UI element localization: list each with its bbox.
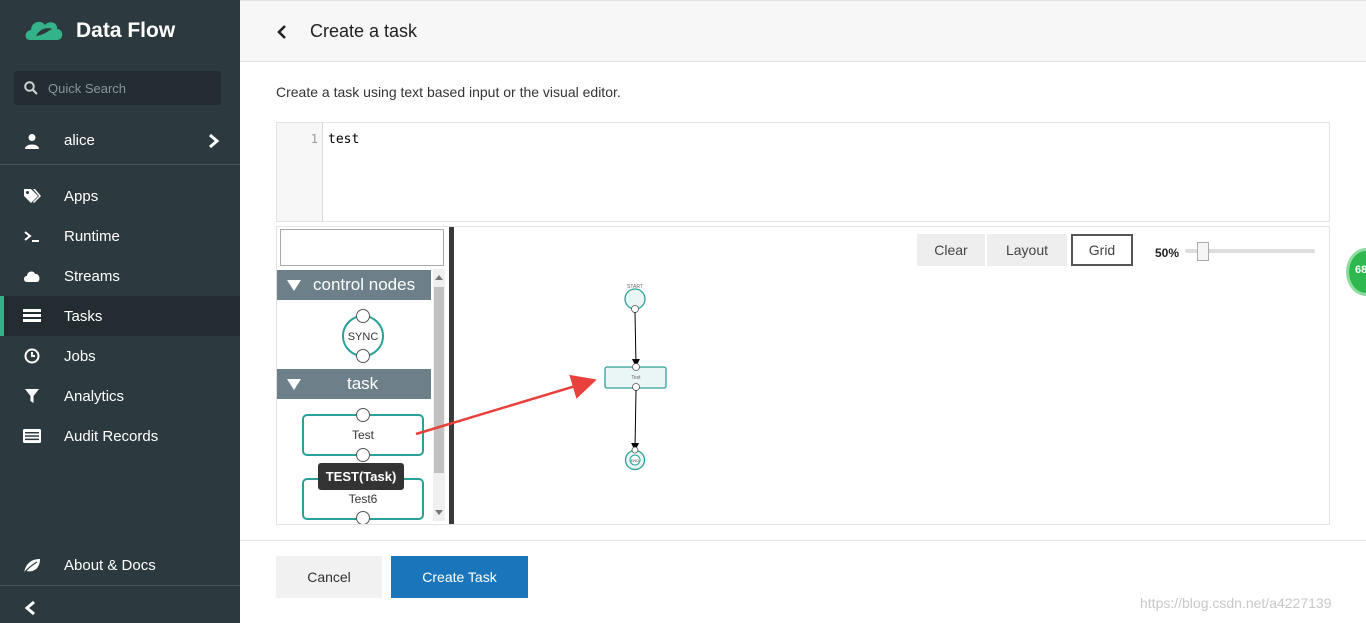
watermark: https://blog.csdn.net/a4227139 (1140, 595, 1332, 611)
drag-annotation-arrow (415, 374, 597, 436)
nav-item-runtime[interactable]: Runtime (0, 216, 240, 256)
user-name: alice (64, 132, 95, 149)
nav-label: Runtime (64, 227, 120, 245)
line-gutter: 1 (277, 123, 323, 221)
user-menu[interactable]: alice (0, 117, 240, 165)
back-chevron-icon[interactable] (276, 23, 288, 41)
nav-label: Jobs (64, 347, 96, 365)
collapse-sidebar-chevron-left-icon[interactable] (24, 600, 38, 616)
cancel-button[interactable]: Cancel (276, 556, 382, 598)
list-icon (22, 426, 42, 446)
page-description: Create a task using text based input or … (276, 84, 621, 100)
graph-link-task-to-end[interactable] (631, 389, 640, 451)
chevron-right-icon[interactable] (208, 133, 220, 149)
brand-name: Data Flow (76, 19, 176, 42)
graph-task-node-test[interactable]: Test (604, 363, 667, 391)
nav-label: Tasks (64, 307, 103, 325)
task-graph-canvas[interactable]: START Test END (277, 227, 1329, 524)
footer-divider (240, 540, 1366, 541)
dsl-code-text: test (328, 132, 360, 147)
palette-tooltip: TEST(Task) (318, 463, 404, 490)
quick-search-input[interactable]: Quick Search (14, 71, 221, 105)
dsl-text-editor[interactable]: 1 test (276, 122, 1330, 222)
graph-end-node[interactable]: END (624, 446, 646, 471)
search-icon (24, 81, 38, 95)
nav-label: Apps (64, 187, 99, 205)
floating-badge[interactable]: 68 (1346, 248, 1366, 296)
terminal-icon (22, 226, 42, 246)
leaf-icon (22, 556, 42, 576)
create-task-button[interactable]: Create Task (391, 556, 528, 598)
visual-editor: control nodes task SYNC Test Test6 Clear… (276, 226, 1330, 525)
tags-icon (22, 186, 42, 206)
nav-item-audit-records[interactable]: Audit Records (0, 416, 240, 456)
filter-icon (22, 386, 42, 406)
spring-cloud-logo-icon (25, 21, 63, 40)
nav-item-analytics[interactable]: Analytics (0, 376, 240, 416)
graph-start-node[interactable]: START (624, 284, 646, 313)
nav-label: Streams (64, 267, 120, 285)
graph-link-start-to-task[interactable] (631, 311, 640, 367)
clock-icon (22, 346, 42, 366)
graph-task-label: Test (631, 375, 641, 381)
page-header: Create a task (240, 0, 1366, 62)
line-number: 1 (310, 132, 318, 146)
main-nav: Apps Runtime Streams Tasks Jobs Analytic… (0, 176, 240, 456)
nav-item-streams[interactable]: Streams (0, 256, 240, 296)
sidebar: Data Flow Quick Search alice Apps Runtim… (0, 0, 240, 623)
page-title: Create a task (310, 21, 418, 41)
nav-label: Audit Records (64, 427, 159, 445)
search-placeholder: Quick Search (48, 80, 127, 96)
brand[interactable]: Data Flow (22, 14, 175, 48)
end-node-label: END (631, 458, 640, 463)
nav-item-jobs[interactable]: Jobs (0, 336, 240, 376)
nav-item-tasks[interactable]: Tasks (0, 296, 240, 336)
nav-item-about-docs[interactable]: About & Docs (0, 546, 240, 586)
nav-label: About & Docs (64, 557, 156, 574)
tasks-icon (22, 306, 42, 326)
user-icon (25, 133, 39, 149)
cloud-icon (22, 266, 42, 286)
nav-item-apps[interactable]: Apps (0, 176, 240, 216)
nav-label: Analytics (64, 387, 125, 405)
